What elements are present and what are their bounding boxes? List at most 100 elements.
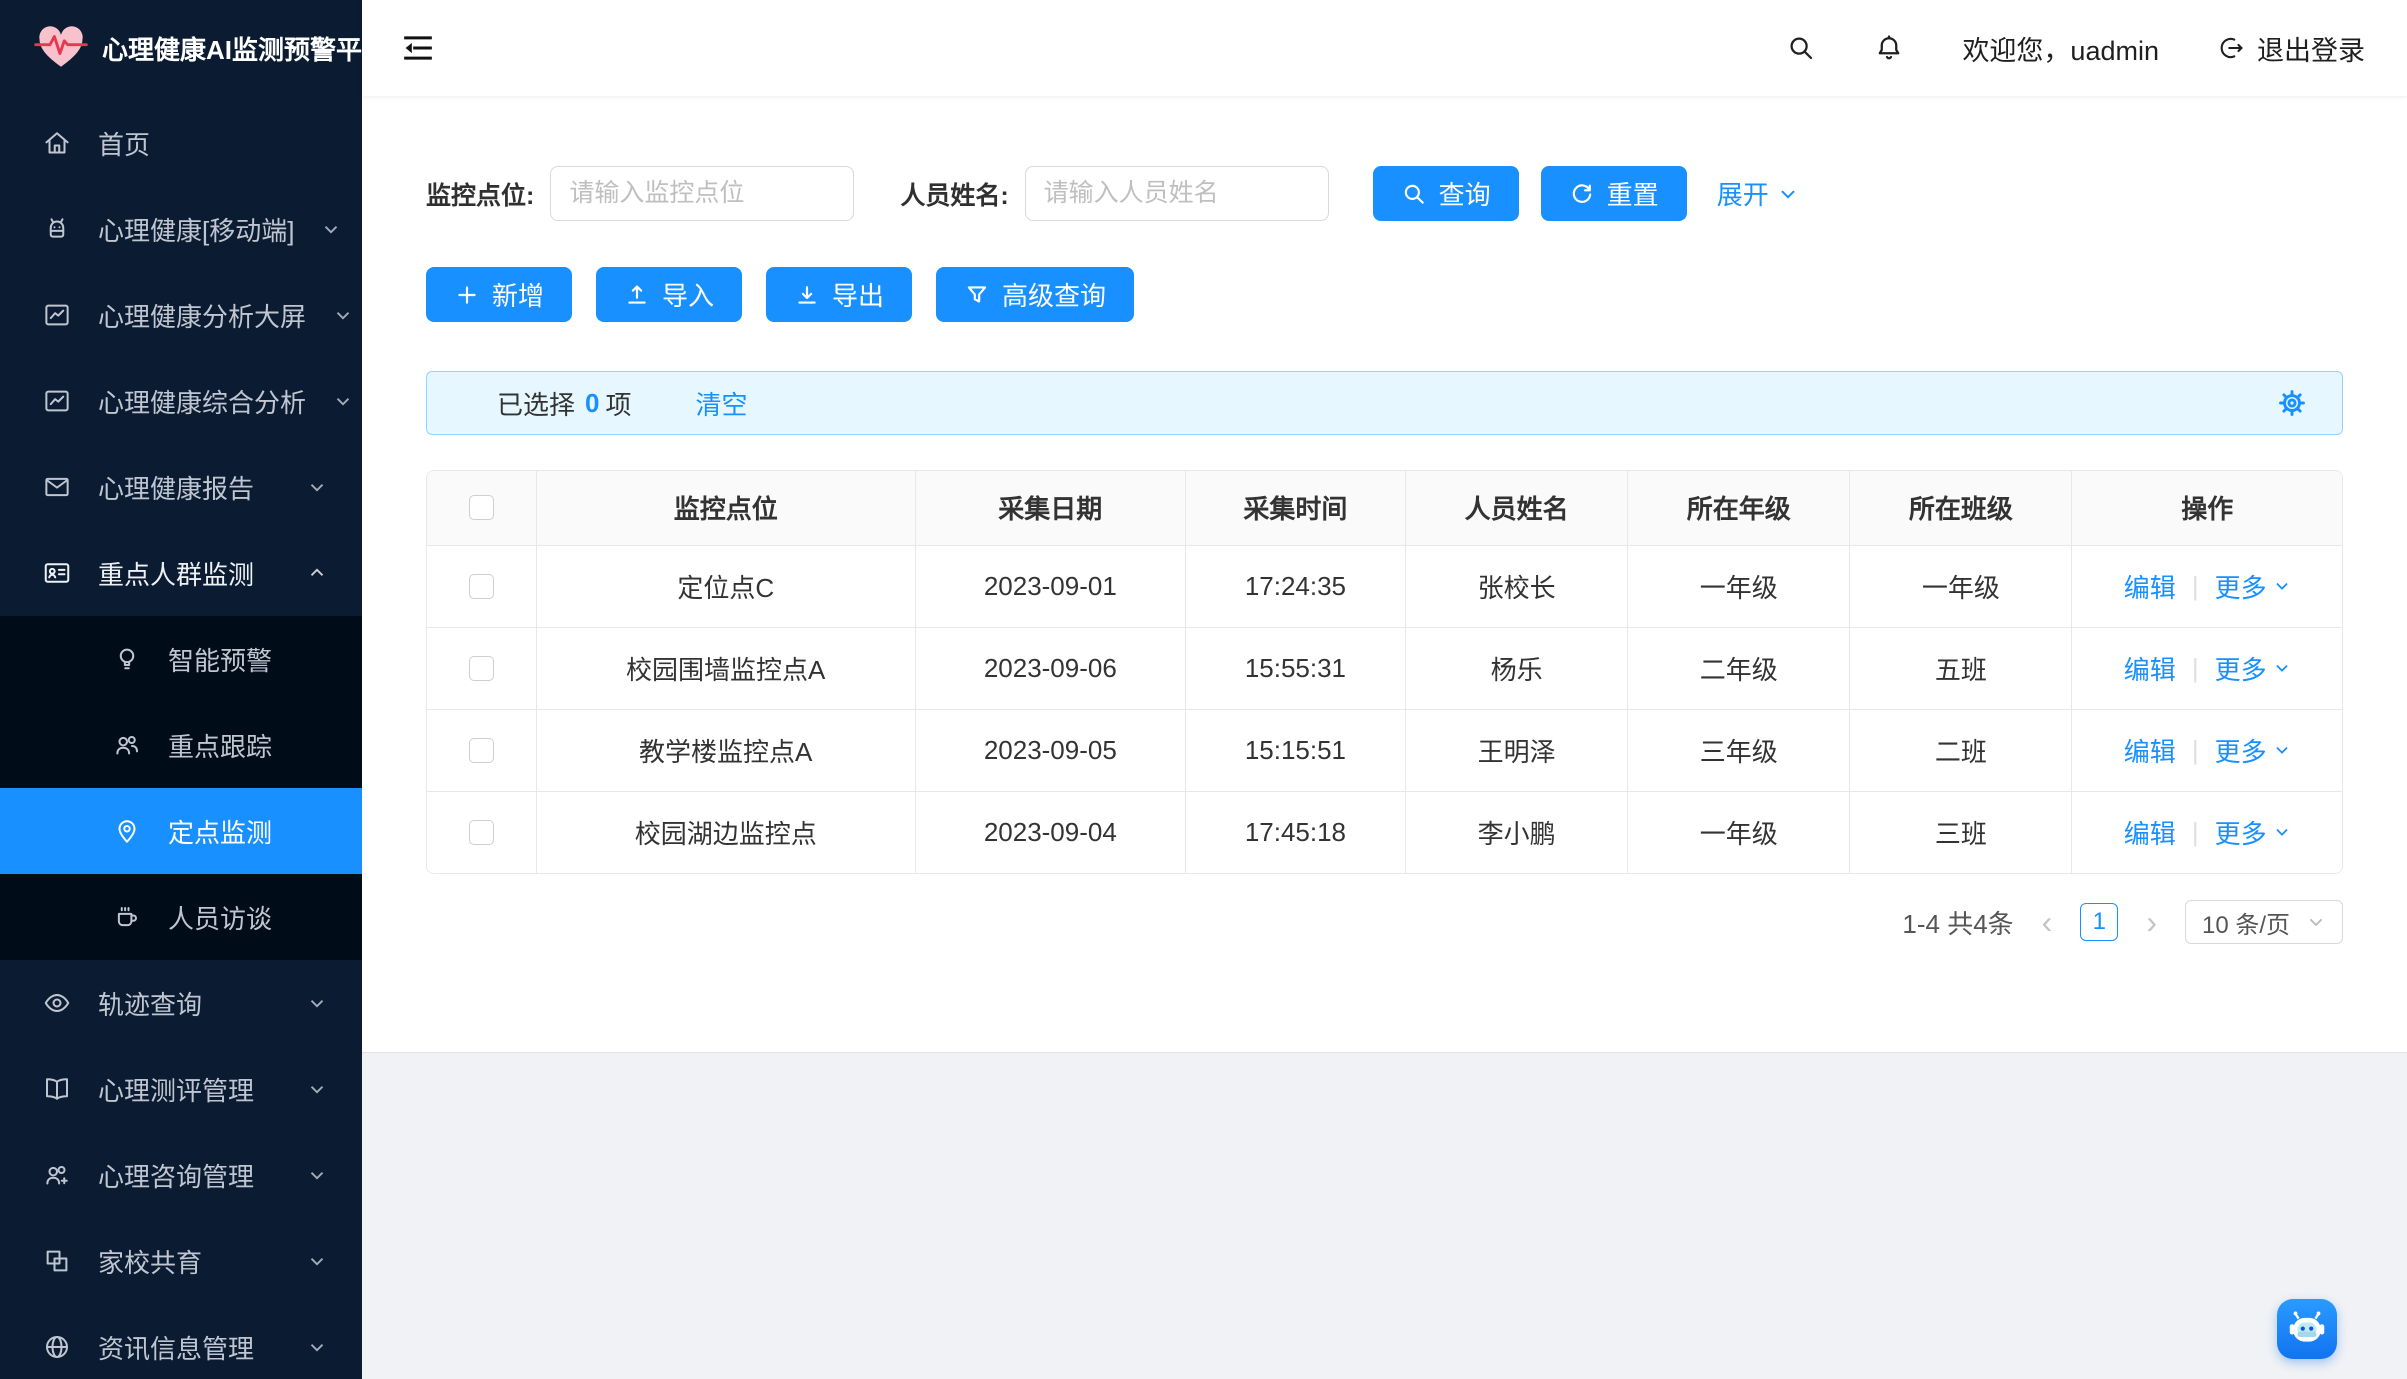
column-header: 采集时间 [1185,471,1405,545]
app-title: 心理健康AI监测预警平台 [102,30,388,67]
cell-class: 二班 [1850,709,2072,791]
query-button[interactable]: 查询 [1373,166,1519,221]
cell-time: 15:55:31 [1185,627,1405,709]
edit-link[interactable]: 编辑 [2124,568,2176,605]
bell-icon[interactable] [1874,33,1904,63]
sidebar-item-label: 心理健康分析大屏 [98,297,306,334]
chevron-down-icon [2306,912,2326,932]
sidebar-item-report[interactable]: 心理健康报告 [0,444,362,530]
monitor-point-input[interactable] [550,166,854,221]
cell-monitor-point: 校园湖边监控点 [536,791,915,873]
more-link[interactable]: 更多 [2215,732,2291,769]
clear-selection-link[interactable]: 清空 [696,385,748,422]
add-button-label: 新增 [492,276,544,313]
reset-button-label: 重置 [1607,175,1659,212]
edit-link[interactable]: 编辑 [2124,732,2176,769]
divider: | [2192,571,2199,602]
column-header: 采集日期 [915,471,1185,545]
main-area: 欢迎您，uadmin 退出登录 监控点位: 人员姓名: 查询 [362,0,2407,1379]
sidebar-item-label: 心理健康[移动端] [98,211,294,248]
filter-row: 监控点位: 人员姓名: 查询 重置 展开 [426,166,2343,221]
monitor-point-label: 监控点位: [426,176,534,212]
cell-date: 2023-09-05 [915,709,1185,791]
next-page-button[interactable]: › [2142,906,2161,938]
more-link-label: 更多 [2215,568,2267,605]
cell-date: 2023-09-06 [915,627,1185,709]
sidebar-item-label: 轨迹查询 [98,985,280,1022]
select-all-checkbox[interactable] [469,495,494,520]
column-header: 操作 [2072,471,2342,545]
cell-date: 2023-09-04 [915,791,1185,873]
sidebar-subitem-smart-warning[interactable]: 智能预警 [0,616,362,702]
sidebar-item-mobile[interactable]: 心理健康[移动端] [0,186,362,272]
gear-icon[interactable] [2276,387,2308,419]
menu-fold-icon[interactable] [400,30,436,66]
more-link-label: 更多 [2215,650,2267,687]
page-size-select[interactable]: 10 条/页 [2185,900,2343,944]
person-name-input[interactable] [1025,166,1329,221]
export-button[interactable]: 导出 [766,267,912,322]
plus-icon [454,282,480,308]
more-link[interactable]: 更多 [2215,650,2291,687]
cell-monitor-point: 教学楼监控点A [536,709,915,791]
action-row: 新增 导入 导出 高级查询 [426,267,2343,322]
coffee-icon [112,902,142,932]
chevron-up-icon [306,562,328,584]
sidebar-item-label: 家校共育 [98,1243,280,1280]
sidebar-subitem-label: 重点跟踪 [168,727,272,764]
row-checkbox[interactable] [469,738,494,763]
sidebar-item-home-school[interactable]: 家校共育 [0,1218,362,1304]
chevron-down-icon [306,1078,328,1100]
more-link-label: 更多 [2215,814,2267,851]
cell-monitor-point: 定位点C [536,545,915,627]
sidebar-subitem-label: 智能预警 [168,641,272,678]
sidebar-item-comprehensive-analysis[interactable]: 心理健康综合分析 [0,358,362,444]
welcome-text: 欢迎您，uadmin [1962,29,2159,68]
sidebar-item-home[interactable]: 首页 [0,100,362,186]
squares-icon [42,1246,72,1276]
chevron-down-icon [306,992,328,1014]
logout-label: 退出登录 [2257,29,2365,68]
expand-link[interactable]: 展开 [1717,175,1799,212]
ai-assistant-button[interactable] [2277,1299,2337,1359]
cell-time: 15:15:51 [1185,709,1405,791]
mail-icon [42,472,72,502]
table-header-row: 监控点位 采集日期 采集时间 人员姓名 所在年级 所在班级 操作 [427,471,2342,545]
sidebar-item-key-group-monitor[interactable]: 重点人群监测 [0,530,362,616]
sidebar-item-label: 心理健康报告 [98,469,280,506]
edit-link[interactable]: 编辑 [2124,814,2176,851]
more-link[interactable]: 更多 [2215,568,2291,605]
row-checkbox[interactable] [469,574,494,599]
top-bar: 欢迎您，uadmin 退出登录 [362,0,2407,96]
sidebar-item-label: 资讯信息管理 [98,1329,280,1366]
robot-icon [2284,1306,2330,1352]
sidebar-subitem-interview[interactable]: 人员访谈 [0,874,362,960]
sidebar-subitem-fixed-point-monitor[interactable]: 定点监测 [0,788,362,874]
advanced-query-button[interactable]: 高级查询 [936,267,1134,322]
selection-bar: 已选择 0 项 清空 [426,371,2343,435]
sidebar-item-trajectory-query[interactable]: 轨迹查询 [0,960,362,1046]
cell-name: 杨乐 [1406,627,1628,709]
sidebar-item-news-management[interactable]: 资讯信息管理 [0,1304,362,1379]
more-link[interactable]: 更多 [2215,814,2291,851]
row-checkbox[interactable] [469,820,494,845]
sidebar-item-analysis-screen[interactable]: 心理健康分析大屏 [0,272,362,358]
logout-button[interactable]: 退出登录 [2217,29,2365,68]
edit-link[interactable]: 编辑 [2124,650,2176,687]
sidebar-subitem-key-tracking[interactable]: 重点跟踪 [0,702,362,788]
add-button[interactable]: 新增 [426,267,572,322]
sidebar-item-counseling-management[interactable]: 心理咨询管理 [0,1132,362,1218]
sidebar-item-assessment-management[interactable]: 心理测评管理 [0,1046,362,1132]
search-icon[interactable] [1786,33,1816,63]
current-page-button[interactable]: 1 [2080,903,2118,941]
chevron-down-icon [332,390,354,412]
upload-icon [624,282,650,308]
chevron-down-icon [2273,659,2291,677]
cell-grade: 一年级 [1628,545,1850,627]
reset-button[interactable]: 重置 [1541,166,1687,221]
page-background [362,1052,2407,1379]
prev-page-button[interactable]: ‹ [2038,906,2057,938]
row-checkbox[interactable] [469,656,494,681]
import-button[interactable]: 导入 [596,267,742,322]
bulb-icon [112,644,142,674]
